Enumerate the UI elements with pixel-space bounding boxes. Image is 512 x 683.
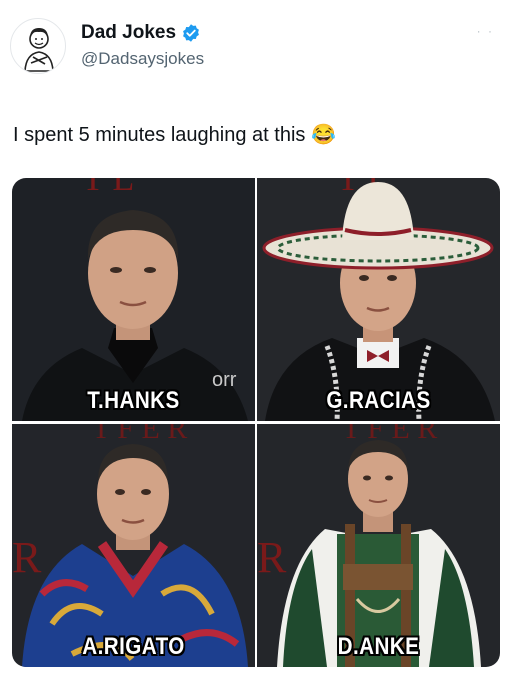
more-dots-icon[interactable]: · · — [477, 24, 494, 38]
photo-kimono: T F E R R — [12, 424, 255, 667]
avatar[interactable] — [10, 18, 66, 74]
post-media[interactable]: T L orr T.HANKS T L — [12, 178, 500, 667]
svg-text:T L: T L — [82, 178, 134, 198]
svg-text:T F E R: T F E R — [92, 424, 187, 445]
caption: D.ANKE — [337, 633, 420, 660]
name-row: Dad Jokes — [81, 22, 201, 44]
caption: G.RACIAS — [326, 387, 431, 414]
verified-badge-icon — [183, 24, 199, 42]
meme-panel-suit: T L orr T.HANKS — [12, 178, 255, 421]
photo-lederhosen: T F E R R — [257, 424, 500, 667]
photo-suit: T L orr — [12, 178, 255, 421]
display-name[interactable]: Dad Jokes — [81, 22, 176, 44]
meme-panel-lederhosen: T F E R R D.ANKE — [257, 424, 500, 667]
meme-panel-sombrero: T L G.RACIAS — [257, 178, 500, 421]
photo-sombrero: T L — [257, 178, 500, 421]
meme-panel-kimono: T F E R R A.RIGATO — [12, 424, 255, 667]
caption: A.RIGATO — [82, 633, 185, 660]
post-text: I spent 5 minutes laughing at this 😂 — [13, 124, 336, 146]
svg-text:R: R — [12, 533, 42, 582]
svg-text:T F E R: T F E R — [342, 424, 437, 445]
meme-grid: T L orr T.HANKS T L — [12, 178, 500, 667]
svg-text:R: R — [257, 533, 287, 582]
caption: T.HANKS — [87, 387, 180, 414]
post-header: Dad Jokes @Dadsaysjokes · · — [10, 18, 500, 78]
user-handle[interactable]: @Dadsaysjokes — [81, 49, 204, 69]
